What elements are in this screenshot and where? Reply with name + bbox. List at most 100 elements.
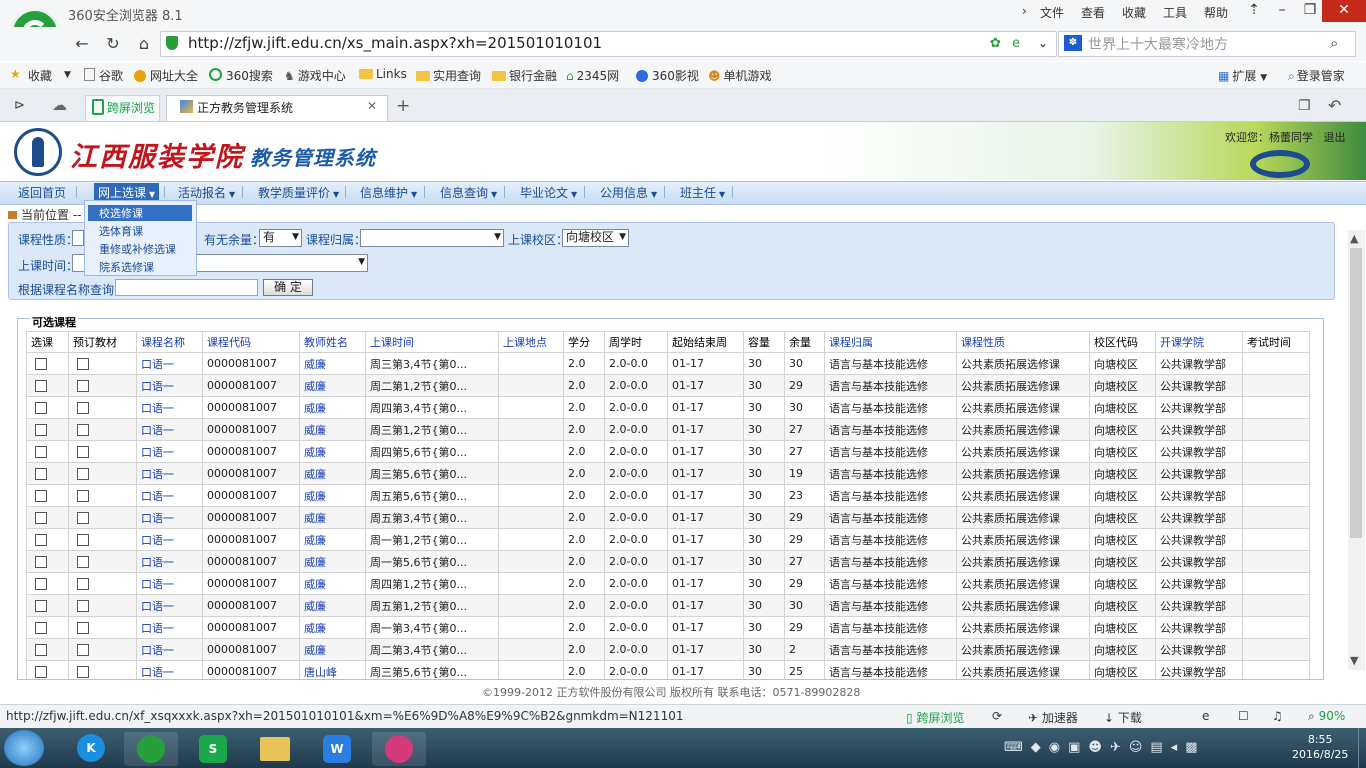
- select-checkbox[interactable]: [35, 468, 47, 480]
- dropdown-retake-course[interactable]: 重修或补修选课: [99, 241, 176, 257]
- select-checkbox[interactable]: [35, 380, 47, 392]
- taskbar-spreadsheet-icon[interactable]: S: [186, 732, 240, 766]
- textbook-checkbox[interactable]: [77, 446, 89, 458]
- nav-info-query[interactable]: 信息查询 ▼: [440, 184, 497, 201]
- col-course-nature[interactable]: 课程性质: [956, 331, 1090, 353]
- search-icon[interactable]: ⌕: [1330, 34, 1338, 52]
- nav-activity-signup[interactable]: 活动报名 ▼: [178, 184, 235, 201]
- bookmark-useful-query[interactable]: 实用查询: [416, 67, 481, 84]
- teacher-link[interactable]: 唐山峰: [299, 660, 366, 679]
- close-button[interactable]: ✕: [1322, 0, 1366, 22]
- select-checkbox[interactable]: [35, 402, 47, 414]
- nav-teaching-evaluation[interactable]: 教学质量评价 ▼: [258, 184, 339, 201]
- course-name-link[interactable]: 口语一: [136, 462, 203, 485]
- course-name-link[interactable]: 口语一: [136, 638, 203, 661]
- dropdown-dept-elective[interactable]: 院系选修课: [99, 259, 154, 275]
- select-checkbox[interactable]: [35, 446, 47, 458]
- ie-mode-icon[interactable]: e: [1012, 36, 1020, 51]
- nav-class-teacher[interactable]: 班主任 ▼: [680, 184, 725, 201]
- refresh-icon[interactable]: ↻: [101, 33, 125, 55]
- taskbar-360-browser-icon[interactable]: [124, 732, 178, 766]
- menu-favorites[interactable]: 收藏: [1122, 4, 1146, 21]
- caret-down-icon[interactable]: ▼: [64, 70, 71, 80]
- textbook-checkbox[interactable]: [77, 534, 89, 546]
- course-name-link[interactable]: 口语一: [136, 594, 203, 617]
- col-location[interactable]: 上课地点: [498, 331, 564, 353]
- teacher-link[interactable]: 威廉: [299, 374, 366, 397]
- taskbar-game-icon[interactable]: [372, 732, 426, 766]
- textbook-checkbox[interactable]: [77, 490, 89, 502]
- address-text[interactable]: http://zfjw.jift.edu.cn/xs_main.aspx?xh=…: [188, 34, 602, 52]
- chevron-right-icon[interactable]: ›: [1022, 4, 1027, 18]
- scroll-down-icon[interactable]: ▼: [1350, 654, 1358, 667]
- tab-list-icon[interactable]: ❐: [1298, 98, 1311, 114]
- teacher-link[interactable]: 威廉: [299, 352, 366, 375]
- teacher-link[interactable]: 威廉: [299, 506, 366, 529]
- teacher-link[interactable]: 威廉: [299, 638, 366, 661]
- status-ie-icon[interactable]: e: [1202, 709, 1209, 723]
- sidebar-toggle-icon[interactable]: ⊳: [14, 98, 25, 113]
- teacher-link[interactable]: 威廉: [299, 550, 366, 573]
- course-name-link[interactable]: 口语一: [136, 418, 203, 441]
- tab-active[interactable]: 正方教务管理系统: [166, 95, 388, 121]
- select-checkbox[interactable]: [35, 578, 47, 590]
- bookmark-360-video[interactable]: 360影视: [636, 67, 699, 84]
- textbook-checkbox[interactable]: [77, 512, 89, 524]
- textbook-checkbox[interactable]: [77, 666, 89, 678]
- system-tray-icons[interactable]: ⌨◆◉▣☻✈☺▤◂▩: [1004, 740, 1205, 755]
- baidu-paw-icon[interactable]: ✽: [1064, 35, 1082, 51]
- scroll-up-icon[interactable]: ▲: [1350, 232, 1358, 245]
- nav-public-info[interactable]: 公用信息 ▼: [600, 184, 657, 201]
- select-checkbox[interactable]: [35, 490, 47, 502]
- col-class-time[interactable]: 上课时间: [365, 331, 499, 353]
- teacher-link[interactable]: 威廉: [299, 616, 366, 639]
- teacher-link[interactable]: 威廉: [299, 594, 366, 617]
- course-name-link[interactable]: 口语一: [136, 374, 203, 397]
- col-course-belong[interactable]: 课程归属: [824, 331, 957, 353]
- tab-close-icon[interactable]: ✕: [367, 99, 377, 113]
- maximize-button[interactable]: ❐: [1296, 0, 1324, 22]
- login-manager-button[interactable]: ⌕ 登录管家: [1288, 67, 1345, 84]
- select-checkbox[interactable]: [35, 512, 47, 524]
- teacher-link[interactable]: 威廉: [299, 462, 366, 485]
- taskbar-k-app-icon[interactable]: K: [64, 732, 118, 766]
- teacher-link[interactable]: 威廉: [299, 418, 366, 441]
- chevron-down-icon[interactable]: ⌄: [1038, 36, 1048, 50]
- course-name-link[interactable]: 口语一: [136, 550, 203, 573]
- teacher-link[interactable]: 威廉: [299, 484, 366, 507]
- start-button[interactable]: [4, 730, 44, 766]
- remaining-select[interactable]: 有 ▼: [259, 229, 302, 247]
- textbook-checkbox[interactable]: [77, 358, 89, 370]
- select-checkbox[interactable]: [35, 644, 47, 656]
- taskbar-clock[interactable]: 8:55 2016/8/25: [1292, 732, 1348, 762]
- taskbar-writer-icon[interactable]: W: [310, 732, 364, 766]
- select-checkbox[interactable]: [35, 622, 47, 634]
- bookmark-2345[interactable]: ⌂ 2345网: [566, 67, 619, 84]
- menu-view[interactable]: 查看: [1081, 4, 1105, 21]
- bookmark-favorites[interactable]: 收藏: [28, 67, 52, 84]
- dropdown-pe-course[interactable]: 选体育课: [99, 223, 143, 239]
- status-window-icon[interactable]: ☐: [1238, 709, 1249, 723]
- scrollbar-thumb[interactable]: [1350, 248, 1362, 538]
- bookmark-bank-finance[interactable]: 银行金融: [492, 67, 557, 84]
- textbook-checkbox[interactable]: [77, 600, 89, 612]
- course-belong-select[interactable]: ▼: [360, 229, 504, 247]
- new-tab-icon[interactable]: +: [396, 96, 410, 116]
- course-name-input[interactable]: [115, 279, 258, 296]
- select-checkbox[interactable]: [35, 534, 47, 546]
- select-checkbox[interactable]: [35, 424, 47, 436]
- select-checkbox[interactable]: [35, 358, 47, 370]
- course-name-link[interactable]: 口语一: [136, 572, 203, 595]
- cloud-icon[interactable]: ☁: [52, 96, 67, 114]
- zoom-level[interactable]: ⌕ 90%: [1308, 709, 1345, 724]
- nav-info-maintenance[interactable]: 信息维护 ▼: [360, 184, 417, 201]
- textbook-checkbox[interactable]: [77, 622, 89, 634]
- col-college[interactable]: 开课学院: [1155, 331, 1243, 353]
- course-name-link[interactable]: 口语一: [136, 484, 203, 507]
- menu-help[interactable]: 帮助: [1204, 4, 1228, 21]
- teacher-link[interactable]: 威廉: [299, 528, 366, 551]
- course-name-link[interactable]: 口语一: [136, 352, 203, 375]
- textbook-checkbox[interactable]: [77, 578, 89, 590]
- campus-select[interactable]: 向塘校区 ▼: [562, 229, 629, 247]
- show-desktop-button[interactable]: [1358, 728, 1366, 768]
